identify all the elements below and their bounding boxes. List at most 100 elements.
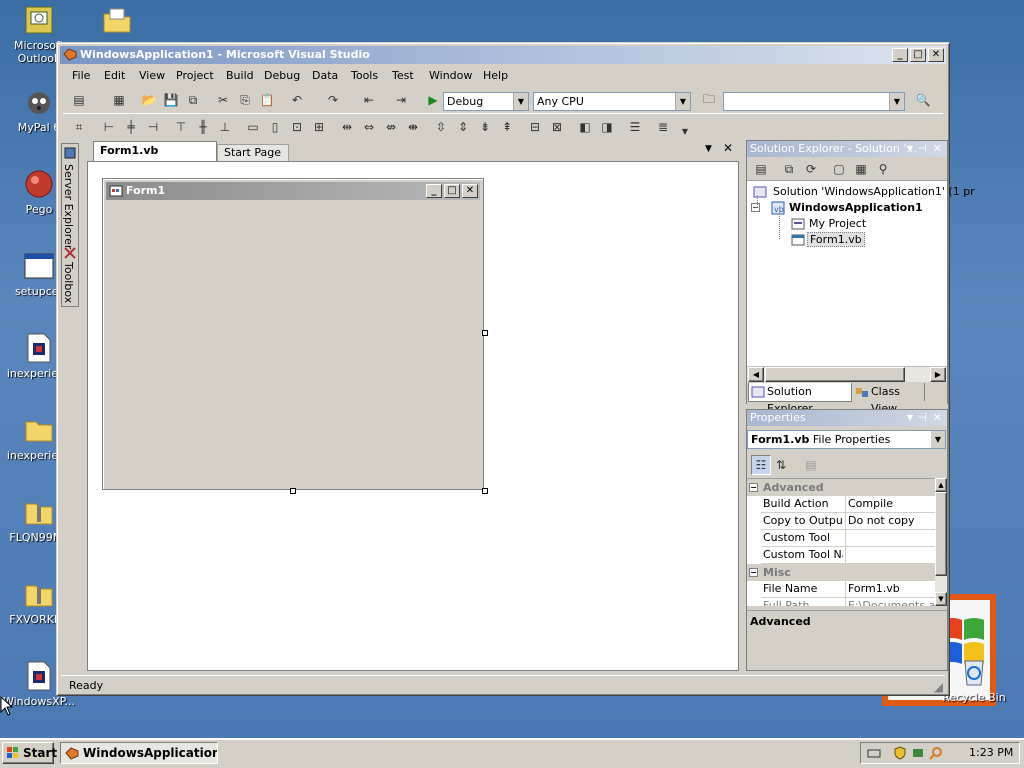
find-combo[interactable]: ▼: [723, 92, 905, 111]
design-surface[interactable]: Form1 _ □ ✕: [87, 161, 739, 671]
menu-debug[interactable]: Debug: [264, 69, 300, 82]
align-tops-icon[interactable]: ⊤: [173, 119, 189, 135]
vertical-spacing-equal-icon[interactable]: ⇳: [433, 119, 449, 135]
menu-test[interactable]: Test: [392, 69, 414, 82]
cut-icon[interactable]: ✂: [215, 92, 231, 108]
size-grip-icon[interactable]: ◢: [934, 678, 943, 697]
align-lefts-icon[interactable]: ⊢: [101, 119, 117, 135]
tray-app-icon[interactable]: [911, 746, 925, 763]
make-same-size-icon[interactable]: ⊡: [289, 119, 305, 135]
vertical-spacing-decrease-icon[interactable]: ⇟: [477, 119, 493, 135]
tab-solution-explorer[interactable]: Solution Explorer: [748, 383, 852, 415]
scroll-down-icon[interactable]: ▼: [935, 592, 947, 606]
open-file-icon[interactable]: 📂: [141, 92, 157, 108]
view-designer-icon[interactable]: ▦: [853, 161, 869, 177]
search-icon[interactable]: [929, 746, 943, 763]
vertical-spacing-increase-icon[interactable]: ⇕: [455, 119, 471, 135]
security-shield-icon[interactable]: [893, 746, 907, 763]
collapse-icon[interactable]: −: [749, 483, 758, 492]
solution-configuration-combo[interactable]: Debug ▼: [443, 92, 529, 111]
property-row[interactable]: Custom Tool: [761, 530, 935, 547]
property-pages-icon[interactable]: ▤: [803, 457, 819, 473]
property-row[interactable]: Full Path E:\Documents and: [761, 598, 935, 606]
solution-explorer-icon[interactable]: 🔍: [915, 92, 931, 108]
menu-edit[interactable]: Edit: [104, 69, 125, 82]
scroll-left-icon[interactable]: ◀: [748, 367, 764, 382]
view-code-icon[interactable]: ▢: [831, 161, 847, 177]
paste-icon[interactable]: 📋: [259, 92, 275, 108]
menu-project[interactable]: Project: [176, 69, 214, 82]
toolbar-overflow-icon[interactable]: ▼: [677, 123, 693, 139]
menu-data[interactable]: Data: [312, 69, 338, 82]
size-to-grid-icon[interactable]: ⊞: [311, 119, 327, 135]
server-explorer-tab[interactable]: Server Explorer: [62, 146, 77, 249]
add-item-icon[interactable]: ▦: [111, 92, 127, 108]
menu-build[interactable]: Build: [226, 69, 254, 82]
property-row[interactable]: Custom Tool Nam: [761, 547, 935, 564]
menu-view[interactable]: View: [139, 69, 165, 82]
center-horizontally-icon[interactable]: ⊟: [527, 119, 543, 135]
resize-handle-bottom[interactable]: [290, 488, 296, 494]
tab-form1-design[interactable]: Form1.vb [Design]*: [93, 141, 217, 175]
collapse-icon[interactable]: −: [749, 568, 758, 577]
auto-hide-pin-icon[interactable]: ⊣: [917, 141, 927, 157]
navigate-backward-icon[interactable]: ⇤: [361, 92, 377, 108]
align-middles-icon[interactable]: ╫: [195, 119, 211, 135]
start-debugging-icon[interactable]: ▶: [425, 92, 441, 108]
collapse-icon[interactable]: −: [751, 203, 760, 212]
center-vertically-icon[interactable]: ⊠: [549, 119, 565, 135]
start-button[interactable]: Start: [2, 742, 57, 764]
form1-titlebar[interactable]: Form1 _ □ ✕: [106, 182, 480, 200]
menu-window[interactable]: Window: [429, 69, 472, 82]
property-row[interactable]: Copy to Output DDo not copy: [761, 513, 935, 530]
tab-start-page[interactable]: Start Page: [217, 144, 289, 161]
categorized-icon[interactable]: ☷: [751, 455, 771, 475]
form1-designer[interactable]: Form1 _ □ ✕: [102, 178, 484, 490]
navigate-forward-icon[interactable]: ⇥: [393, 92, 409, 108]
vertical-spacing-remove-icon[interactable]: ⇞: [499, 119, 515, 135]
window-titlebar[interactable]: WindowsApplication1 - Microsoft Visual S…: [60, 46, 946, 64]
horizontal-spacing-equal-icon[interactable]: ⇹: [339, 119, 355, 135]
align-bottoms-icon[interactable]: ⊥: [217, 119, 233, 135]
redo-icon[interactable]: ↷: [325, 92, 341, 108]
view-class-diagram-icon[interactable]: ⚲: [875, 161, 891, 177]
refresh-icon[interactable]: ⟳: [803, 161, 819, 177]
undo-icon[interactable]: ↶: [289, 92, 305, 108]
align-centers-icon[interactable]: ╪: [123, 119, 139, 135]
close-icon[interactable]: ✕: [933, 410, 942, 426]
new-project-icon[interactable]: ▤: [71, 92, 87, 108]
visual-studio-window[interactable]: WindowsApplication1 - Microsoft Visual S…: [56, 42, 975, 697]
scroll-up-icon[interactable]: ▲: [935, 478, 947, 492]
solution-platform-combo[interactable]: Any CPU ▼: [533, 92, 691, 111]
property-grid-scrollbar[interactable]: ▲ ▼: [935, 478, 947, 606]
property-row[interactable]: File Name Form1.vb: [761, 581, 935, 598]
properties-titlebar[interactable]: Properties ▼ ⊣ ✕: [747, 410, 947, 426]
scroll-thumb[interactable]: [765, 367, 905, 382]
menu-tools[interactable]: Tools: [351, 69, 378, 82]
save-icon[interactable]: 💾: [163, 92, 179, 108]
resize-handle-right[interactable]: [482, 330, 488, 336]
find-in-files-icon[interactable]: 🗀: [701, 92, 717, 108]
lock-controls-icon[interactable]: ≣: [655, 119, 671, 135]
toolbox-tab[interactable]: Toolbox: [62, 246, 77, 306]
window-position-icon[interactable]: ▼: [907, 141, 913, 157]
show-all-files-icon[interactable]: ⧉: [781, 161, 797, 177]
tab-order-icon[interactable]: ☰: [627, 119, 643, 135]
category-misc[interactable]: − Misc: [747, 564, 935, 581]
scroll-right-icon[interactable]: ▶: [930, 367, 946, 382]
make-same-height-icon[interactable]: ▯: [267, 119, 283, 135]
auto-hide-pin-icon[interactable]: ⊣: [917, 410, 927, 426]
minimize-button[interactable]: _: [892, 48, 908, 62]
network-icon[interactable]: [867, 746, 881, 763]
property-row[interactable]: Build Action Compile: [761, 496, 935, 513]
close-button[interactable]: ✕: [928, 48, 944, 62]
menu-file[interactable]: File: [72, 69, 90, 82]
resize-handle-corner[interactable]: [482, 488, 488, 494]
object-selector-combo[interactable]: Form1.vb File Properties ▼: [747, 430, 946, 449]
properties-icon[interactable]: ▤: [753, 161, 769, 177]
horizontal-spacing-decrease-icon[interactable]: ⇎: [383, 119, 399, 135]
align-rights-icon[interactable]: ⊣: [145, 119, 161, 135]
alphabetical-icon[interactable]: ⇅: [773, 457, 789, 473]
desktop-icon-folder[interactable]: [78, 4, 156, 39]
close-icon[interactable]: ✕: [933, 141, 942, 157]
